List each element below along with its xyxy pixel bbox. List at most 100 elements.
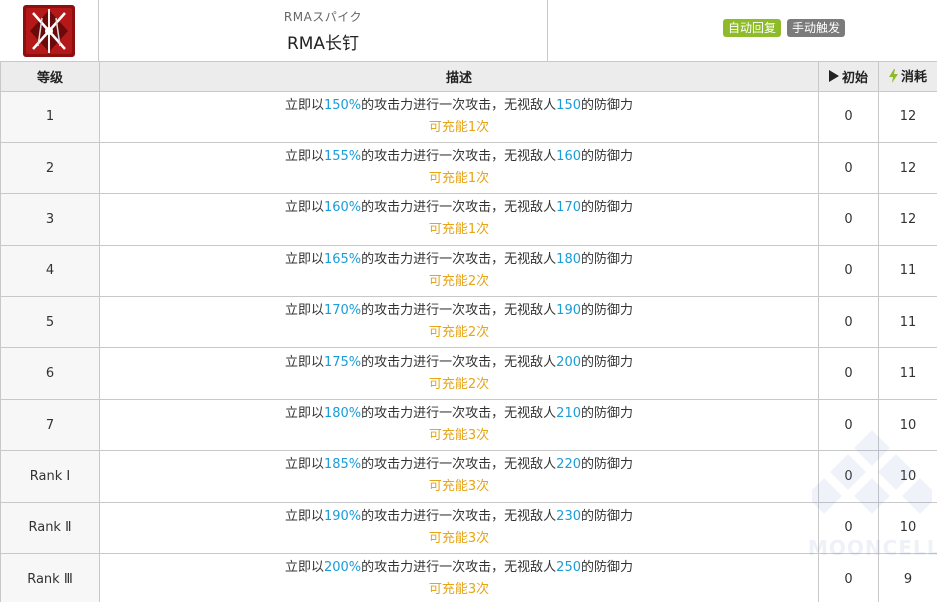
row-description: 立即以190%的攻击力进行一次攻击，无视敌人230的防御力可充能3次	[99, 501, 819, 555]
table-header-row: 等级 描述 初始 消耗	[0, 62, 937, 92]
skill-name-cn: RMA长钉	[286, 34, 360, 54]
charge-count: 可充能2次	[428, 273, 490, 289]
row-description: 立即以180%的攻击力进行一次攻击，无视敌人210的防御力可充能3次	[99, 398, 819, 452]
row-initial-sp: 0	[818, 450, 879, 503]
desc-suffix: 的防御力	[581, 560, 634, 576]
row-description: 立即以170%的攻击力进行一次攻击，无视敌人190的防御力 可充能2次	[99, 296, 819, 349]
header-initial-label: 初始	[841, 70, 868, 86]
header-description: 描述	[99, 62, 819, 92]
row-initial-sp: 0	[818, 296, 879, 349]
skill-icon-cell	[0, 0, 99, 62]
row-sp-cost: 10	[878, 501, 937, 555]
desc-middle: 的攻击力进行一次攻击，无视敌人	[361, 457, 557, 473]
row-effect-text: 立即以155%的攻击力进行一次攻击，无视敌人160的防御力	[100, 146, 818, 168]
row-initial-sp: 0	[818, 193, 879, 246]
charge-count: 可充能3次	[428, 428, 490, 444]
desc-prefix: 立即以	[284, 303, 324, 319]
row-sp-cost: 11	[878, 244, 937, 298]
row-description: 立即以185%的攻击力进行一次攻击，无视敌人220的防御力可充能3次	[99, 450, 819, 503]
row-level: 6	[0, 347, 100, 400]
row-effect-text: 立即以200%的攻击力进行一次攻击，无视敌人250的防御力	[100, 557, 818, 579]
header-level: 等级	[0, 62, 100, 92]
row-level: 5	[0, 296, 100, 349]
row-level: Rank Ⅱ	[0, 501, 100, 555]
skill-name-cell: RMAスパイク RMA长钉	[99, 0, 548, 62]
row-sp-cost: 9	[878, 553, 937, 602]
row-level: Rank Ⅲ	[0, 553, 100, 602]
skill-name-jp: RMAスパイク	[283, 10, 363, 24]
row-initial-sp: 0	[818, 244, 879, 298]
table-row: 6 立即以175%的攻击力进行一次攻击，无视敌人200的防御力 可充能2次 0 11	[0, 347, 937, 400]
row-effect-text: 立即以165%的攻击力进行一次攻击，无视敌人180的防御力	[100, 249, 818, 271]
desc-middle: 的攻击力进行一次攻击，无视敌人	[361, 508, 557, 524]
charge-count: 可充能3次	[428, 530, 490, 546]
desc-suffix: 的防御力	[581, 251, 634, 267]
play-triangle-icon	[828, 70, 839, 82]
row-level: 1	[0, 90, 100, 143]
table-row: 2 立即以155%的攻击力进行一次攻击，无视敌人160的防御力 可充能1次 0 12	[0, 141, 937, 195]
desc-suffix: 的防御力	[581, 508, 634, 524]
desc-prefix: 立即以	[284, 354, 324, 370]
header-cost: 消耗	[878, 62, 937, 92]
row-effect-text: 立即以190%的攻击力进行一次攻击，无视敌人230的防御力	[100, 506, 818, 528]
row-description: 立即以150%的攻击力进行一次攻击，无视敌人150的防御力可充能1次	[99, 90, 819, 143]
row-level: 3	[0, 193, 100, 246]
row-sp-cost: 12	[878, 141, 937, 195]
table-row: 4 立即以165%的攻击力进行一次攻击，无视敌人180的防御力可充能2次 0 11	[0, 244, 937, 298]
row-sp-cost: 11	[878, 296, 937, 349]
row-initial-sp: 0	[818, 398, 879, 452]
table-row: 7 立即以180%的攻击力进行一次攻击，无视敌人210的防御力 可充能3次 0 10	[0, 398, 937, 452]
desc-prefix: 立即以	[284, 200, 324, 216]
row-description: 立即以160%的攻击力进行一次攻击，无视敌人170的防御力 可充能1次	[99, 193, 819, 246]
table-row: 5 立即以170%的攻击力进行一次攻击，无视敌人190的防御力 可充能2次 0 11	[0, 296, 937, 349]
tag-auto-recovery: 自动回复	[722, 19, 781, 37]
atk-multiplier: 160%	[323, 200, 362, 216]
atk-multiplier: 150%	[323, 97, 362, 113]
charge-count: 可充能1次	[428, 119, 490, 135]
desc-prefix: 立即以	[284, 149, 324, 165]
skill-tags: 自动回复 手动触发	[548, 0, 937, 62]
row-level: 2	[0, 141, 100, 195]
charge-count: 可充能3次	[428, 582, 490, 598]
def-ignore-value: 220	[556, 457, 581, 473]
def-ignore-value: 160	[556, 149, 581, 165]
atk-multiplier: 175%	[323, 354, 362, 370]
desc-suffix: 的防御力	[581, 149, 634, 165]
atk-multiplier: 190%	[323, 508, 362, 524]
def-ignore-value: 200	[556, 354, 581, 370]
header-initial: 初始	[818, 62, 879, 92]
desc-suffix: 的防御力	[581, 406, 634, 422]
row-level: Rank Ⅰ	[0, 450, 100, 503]
lightning-bolt-icon	[888, 68, 898, 83]
desc-middle: 的攻击力进行一次攻击，无视敌人	[361, 97, 557, 113]
row-effect-text: 立即以185%的攻击力进行一次攻击，无视敌人220的防御力	[100, 454, 818, 476]
row-initial-sp: 0	[818, 553, 879, 602]
row-sp-cost: 10	[878, 450, 937, 503]
desc-suffix: 的防御力	[581, 97, 634, 113]
table-row: 1 立即以150%的攻击力进行一次攻击，无视敌人150的防御力 可充能1次 0 12	[0, 90, 937, 143]
row-sp-cost: 11	[878, 347, 937, 400]
row-description: 立即以155%的攻击力进行一次攻击，无视敌人160的防御力 可充能1次	[99, 141, 819, 195]
desc-suffix: 的防御力	[581, 303, 634, 319]
atk-multiplier: 180%	[323, 406, 362, 422]
row-sp-cost: 10	[878, 398, 937, 452]
desc-middle: 的攻击力进行一次攻击，无视敌人	[361, 251, 557, 267]
def-ignore-value: 170	[556, 200, 581, 216]
def-ignore-value: 250	[556, 560, 581, 576]
desc-prefix: 立即以	[284, 251, 324, 267]
row-effect-text: 立即以170%的攻击力进行一次攻击，无视敌人190的防御力	[100, 300, 818, 322]
desc-middle: 的攻击力进行一次攻击，无视敌人	[361, 354, 557, 370]
row-effect-text: 立即以180%的攻击力进行一次攻击，无视敌人210的防御力	[100, 403, 818, 425]
header-cost-label: 消耗	[900, 70, 927, 85]
row-effect-text: 立即以175%的攻击力进行一次攻击，无视敌人200的防御力	[100, 352, 818, 374]
charge-count: 可充能3次	[428, 479, 490, 495]
row-sp-cost: 12	[878, 193, 937, 246]
table-row: Rank Ⅲ 立即以200%的攻击力进行一次攻击，无视敌人250的防御力可充能3次…	[0, 553, 937, 602]
crossed-spikes-skill-icon	[23, 5, 75, 57]
row-effect-text: 立即以150%的攻击力进行一次攻击，无视敌人150的防御力	[100, 95, 818, 117]
atk-multiplier: 185%	[323, 457, 362, 473]
desc-middle: 的攻击力进行一次攻击，无视敌人	[361, 560, 557, 576]
skill-header: RMAスパイク RMA长钉 自动回复 手动触发	[0, 0, 937, 62]
def-ignore-value: 190	[556, 303, 581, 319]
row-level: 4	[0, 244, 100, 298]
